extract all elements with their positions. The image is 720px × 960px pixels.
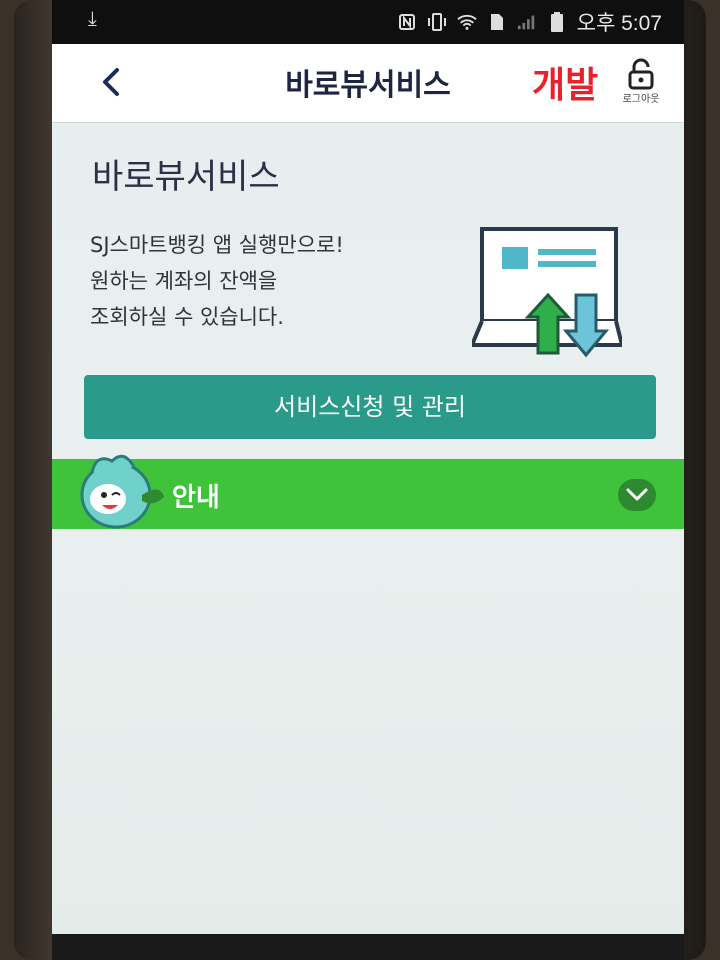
nfc-icon <box>397 12 417 32</box>
chevron-down-icon <box>626 488 648 501</box>
status-time: 오후 5:07 <box>576 12 662 35</box>
main-content: 바로뷰서비스 SJ스마트뱅킹 앱 실행만으로! 원하는 계좌의 잔액을 조회하실… <box>52 123 684 960</box>
section-title: 바로뷰서비스 <box>92 157 280 197</box>
wifi-icon <box>456 12 477 32</box>
system-nav-bar <box>52 934 684 960</box>
info-accordion[interactable]: 안내 <box>52 454 684 529</box>
screen: ⤓ 오후 5:07 바로뷰서비스 개발 로그아웃 바로뷰서비스 SJ스마트뱅킹 … <box>52 0 684 960</box>
signal-icon <box>517 12 537 32</box>
app-header: 바로뷰서비스 개발 로그아웃 <box>52 44 684 123</box>
status-bar: ⤓ 오후 5:07 <box>52 0 684 44</box>
description-line: SJ스마트뱅킹 앱 실행만으로! <box>90 233 344 257</box>
battery-icon <box>547 12 567 32</box>
laptop-transfer-illustration <box>472 227 622 358</box>
description: SJ스마트뱅킹 앱 실행만으로! 원하는 계좌의 잔액을 조회하실 수 있습니다… <box>90 227 344 335</box>
logout-label: 로그아웃 <box>622 94 660 105</box>
logout-button[interactable]: 로그아웃 <box>616 58 666 105</box>
mascot-icon <box>80 454 164 529</box>
vibrate-icon <box>427 12 447 32</box>
description-line: 원하는 계좌의 잔액을 <box>90 269 278 293</box>
description-line: 조회하실 수 있습니다. <box>90 305 284 329</box>
download-icon: ⤓ <box>88 6 97 30</box>
service-apply-button[interactable]: 서비스신청 및 관리 <box>84 375 656 439</box>
expand-button[interactable] <box>618 479 656 511</box>
dev-badge: 개발 <box>532 65 599 106</box>
sim-icon <box>487 12 507 32</box>
info-label: 안내 <box>172 483 220 513</box>
lock-icon <box>628 58 654 90</box>
